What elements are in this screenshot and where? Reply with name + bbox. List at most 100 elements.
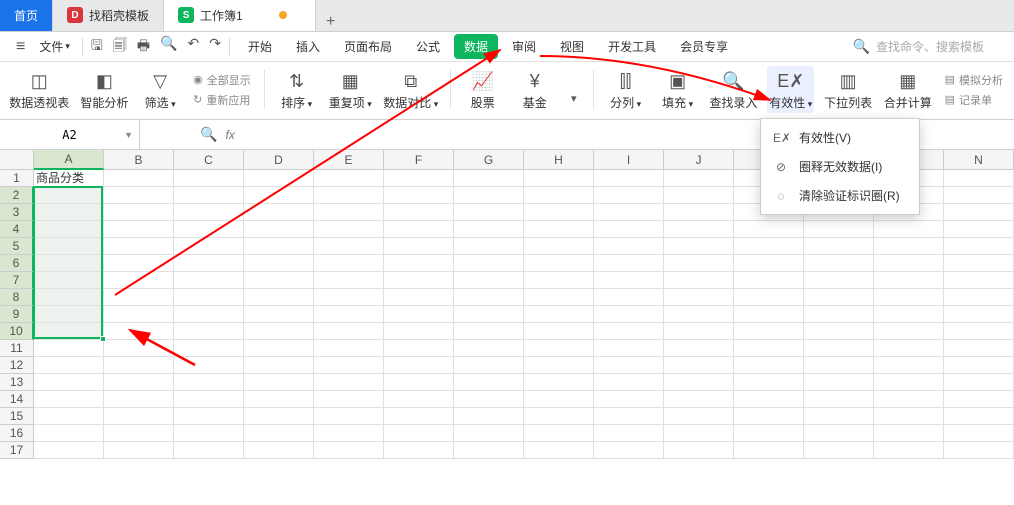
cell[interactable] (244, 306, 314, 323)
row-header[interactable]: 3 (0, 204, 34, 221)
cell[interactable] (244, 221, 314, 238)
cell[interactable] (664, 340, 734, 357)
cell[interactable] (174, 221, 244, 238)
cell[interactable] (104, 340, 174, 357)
cell[interactable] (874, 323, 944, 340)
cell[interactable] (664, 306, 734, 323)
cell[interactable] (174, 170, 244, 187)
col-header[interactable]: A (34, 150, 104, 170)
cell[interactable] (104, 425, 174, 442)
cell[interactable] (104, 272, 174, 289)
cell[interactable] (734, 357, 804, 374)
cell[interactable] (874, 408, 944, 425)
cell[interactable] (944, 306, 1014, 323)
cell[interactable] (664, 425, 734, 442)
cell[interactable] (664, 187, 734, 204)
cell[interactable] (174, 340, 244, 357)
cell[interactable] (734, 306, 804, 323)
cell[interactable] (594, 272, 664, 289)
cell[interactable] (594, 187, 664, 204)
cell[interactable] (34, 255, 104, 272)
cell[interactable] (734, 442, 804, 459)
cell[interactable] (384, 323, 454, 340)
cell[interactable] (174, 323, 244, 340)
cell[interactable] (34, 306, 104, 323)
text-to-columns-button[interactable]: ⫿⫿分列 ▾ (604, 66, 648, 113)
cell[interactable] (454, 238, 524, 255)
row-header[interactable]: 17 (0, 442, 34, 459)
cell[interactable] (524, 289, 594, 306)
cell[interactable] (874, 357, 944, 374)
cell[interactable] (104, 408, 174, 425)
cell[interactable] (454, 221, 524, 238)
cell[interactable] (104, 255, 174, 272)
cell[interactable] (594, 408, 664, 425)
cell[interactable] (34, 357, 104, 374)
cell[interactable] (244, 255, 314, 272)
cell[interactable] (664, 323, 734, 340)
smart-analysis-button[interactable]: ◧智能分析 (79, 66, 131, 113)
chevron-down-icon[interactable]: ▼ (124, 130, 133, 140)
col-header[interactable]: C (174, 150, 244, 170)
cell[interactable] (174, 391, 244, 408)
cell[interactable] (104, 221, 174, 238)
cell[interactable] (244, 238, 314, 255)
cell[interactable] (524, 391, 594, 408)
cell[interactable] (104, 306, 174, 323)
cell[interactable] (524, 357, 594, 374)
col-header[interactable]: D (244, 150, 314, 170)
cell[interactable] (314, 357, 384, 374)
cell[interactable] (944, 187, 1014, 204)
cell[interactable] (454, 204, 524, 221)
cell[interactable] (594, 170, 664, 187)
cell[interactable] (874, 425, 944, 442)
cell[interactable] (244, 425, 314, 442)
row-header[interactable]: 8 (0, 289, 34, 306)
cell[interactable] (314, 374, 384, 391)
cell[interactable] (874, 238, 944, 255)
cell[interactable] (244, 357, 314, 374)
cell[interactable] (174, 306, 244, 323)
menu-start[interactable]: 开始 (238, 34, 282, 59)
cell[interactable] (244, 374, 314, 391)
cell[interactable] (34, 272, 104, 289)
col-header[interactable]: E (314, 150, 384, 170)
cell[interactable] (594, 238, 664, 255)
cell[interactable] (524, 442, 594, 459)
cell[interactable] (664, 272, 734, 289)
row-header[interactable]: 6 (0, 255, 34, 272)
cell[interactable] (314, 340, 384, 357)
cell[interactable] (454, 187, 524, 204)
cell[interactable] (524, 221, 594, 238)
cell[interactable] (314, 425, 384, 442)
cell[interactable] (804, 272, 874, 289)
cell[interactable] (104, 357, 174, 374)
cell[interactable] (454, 340, 524, 357)
cell[interactable] (34, 323, 104, 340)
cell[interactable] (734, 374, 804, 391)
cell[interactable] (384, 221, 454, 238)
command-search[interactable]: 🔍 查找命令、搜索模板 (853, 38, 1004, 55)
sort-button[interactable]: ⇅排序 ▾ (275, 66, 319, 113)
record-form-button[interactable]: ▤记录单 (942, 91, 1006, 109)
col-header[interactable]: F (384, 150, 454, 170)
cell[interactable] (804, 408, 874, 425)
cell[interactable] (104, 170, 174, 187)
cell[interactable] (524, 238, 594, 255)
cell[interactable] (594, 289, 664, 306)
cell[interactable] (104, 374, 174, 391)
cell[interactable] (244, 272, 314, 289)
cell[interactable] (384, 425, 454, 442)
cell[interactable] (314, 221, 384, 238)
cell[interactable] (524, 187, 594, 204)
cell[interactable] (874, 306, 944, 323)
cell[interactable] (384, 204, 454, 221)
cell[interactable] (734, 238, 804, 255)
row-header[interactable]: 16 (0, 425, 34, 442)
cell[interactable] (454, 272, 524, 289)
cell[interactable] (34, 408, 104, 425)
cell[interactable] (594, 374, 664, 391)
menu-view[interactable]: 视图 (550, 34, 594, 59)
cell[interactable] (524, 340, 594, 357)
cell[interactable] (524, 306, 594, 323)
